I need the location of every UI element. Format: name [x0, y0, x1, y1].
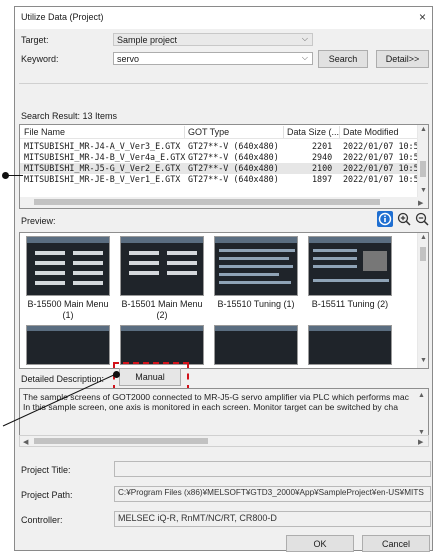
preview-caption: B-15501 Main Menu (2): [121, 299, 203, 320]
utilize-data-dialog: Utilize Data (Project) × Target: Sample …: [14, 6, 433, 552]
scroll-down-icon[interactable]: ▼: [420, 357, 427, 364]
preview-thumbnail[interactable]: [214, 236, 298, 296]
cancel-button[interactable]: Cancel: [362, 535, 430, 552]
project-title-field: [114, 461, 431, 477]
zoom-out-icon[interactable]: [415, 212, 429, 226]
scroll-up-icon[interactable]: ▲: [418, 392, 425, 399]
description-horizontal-scrollbar[interactable]: ◀ ▶: [19, 435, 429, 447]
table-row[interactable]: MITSUBISHI_MR-J4-A_V_Ver3_E.GTX GT27**-V…: [20, 141, 424, 152]
column-date-modified[interactable]: Date Modified: [343, 127, 399, 137]
preview-thumbnail[interactable]: [26, 325, 110, 365]
detail-button[interactable]: Detail>>: [376, 50, 429, 68]
target-label: Target:: [21, 35, 49, 45]
keyword-value: servo: [117, 54, 140, 64]
info-icon[interactable]: [377, 211, 393, 227]
scroll-thumb[interactable]: [34, 199, 380, 205]
preview-caption: B-15511 Tuning (2): [311, 299, 389, 309]
divider: [19, 83, 428, 84]
scroll-thumb[interactable]: [34, 438, 208, 444]
project-title-label: Project Title:: [21, 465, 71, 475]
column-file-name[interactable]: File Name: [24, 127, 65, 137]
column-got-type[interactable]: GOT Type: [188, 127, 229, 137]
project-path-field: C:¥Program Files (x86)¥MELSOFT¥GTD3_2000…: [114, 486, 431, 502]
dialog-title: Utilize Data (Project): [21, 12, 104, 22]
scroll-down-icon[interactable]: ▼: [420, 187, 427, 194]
list-header: File Name GOT Type Data Size (... Date M…: [20, 125, 418, 139]
keyword-label: Keyword:: [21, 54, 59, 64]
scroll-thumb[interactable]: [420, 247, 426, 261]
controller-field: MELSEC iQ-R, RnMT/NC/RT, CR800-D: [114, 511, 431, 527]
target-select[interactable]: Sample project ⌵: [113, 33, 313, 46]
scroll-left-icon[interactable]: ◀: [23, 438, 28, 446]
preview-caption: B-15510 Tuning (1): [217, 299, 295, 309]
project-path-label: Project Path:: [21, 490, 73, 500]
search-result-list[interactable]: File Name GOT Type Data Size (... Date M…: [19, 124, 429, 209]
chevron-down-icon: ⌵: [301, 34, 308, 43]
callout-line: [5, 175, 23, 176]
preview-thumbnail[interactable]: [308, 236, 392, 296]
search-result-label: Search Result: 13 Items: [21, 111, 118, 121]
scroll-up-icon[interactable]: ▲: [420, 126, 427, 133]
list-vertical-scrollbar[interactable]: ▲ ▼: [417, 125, 428, 197]
table-row[interactable]: MITSUBISHI_MR-J4-B_V_Ver4a_E.GTX GT27**-…: [20, 152, 424, 163]
preview-label: Preview:: [21, 216, 56, 226]
preview-thumbnail[interactable]: [308, 325, 392, 365]
preview-vertical-scrollbar[interactable]: ▲ ▼: [417, 233, 428, 368]
scroll-thumb[interactable]: [420, 161, 426, 177]
controller-label: Controller:: [21, 515, 63, 525]
table-row[interactable]: MITSUBISHI_MR-J5-G_V_Ver2_E.GTX GT27**-V…: [20, 163, 424, 174]
keyword-input[interactable]: servo ⌵: [113, 52, 313, 65]
scroll-up-icon[interactable]: ▲: [420, 234, 427, 241]
callout-line: [2, 373, 117, 427]
close-icon[interactable]: ×: [419, 10, 426, 24]
list-horizontal-scrollbar[interactable]: ▶: [20, 197, 428, 208]
column-data-size[interactable]: Data Size (...: [287, 127, 339, 137]
preview-thumbnail[interactable]: [214, 325, 298, 365]
table-row[interactable]: MITSUBISHI_MR-JE-B_V_Ver1_E.GTX GT27**-V…: [20, 174, 424, 185]
preview-caption: B-15500 Main Menu (1): [27, 299, 109, 320]
scroll-right-icon[interactable]: ▶: [418, 438, 423, 446]
scroll-right-icon[interactable]: ▶: [418, 199, 423, 207]
preview-pane[interactable]: B-15500 Main Menu (1) B-15501 Main Menu (2…: [19, 232, 429, 369]
highlight-box: [113, 362, 189, 391]
preview-thumbnail[interactable]: [120, 236, 204, 296]
target-value: Sample project: [117, 35, 178, 45]
preview-thumbnail[interactable]: [26, 236, 110, 296]
search-button[interactable]: Search: [318, 50, 368, 68]
zoom-in-icon[interactable]: [397, 212, 411, 226]
preview-thumbnail[interactable]: [120, 325, 204, 365]
ok-button[interactable]: OK: [286, 535, 354, 552]
title-bar: Utilize Data (Project) ×: [15, 7, 432, 29]
chevron-down-icon[interactable]: ⌵: [302, 53, 308, 63]
